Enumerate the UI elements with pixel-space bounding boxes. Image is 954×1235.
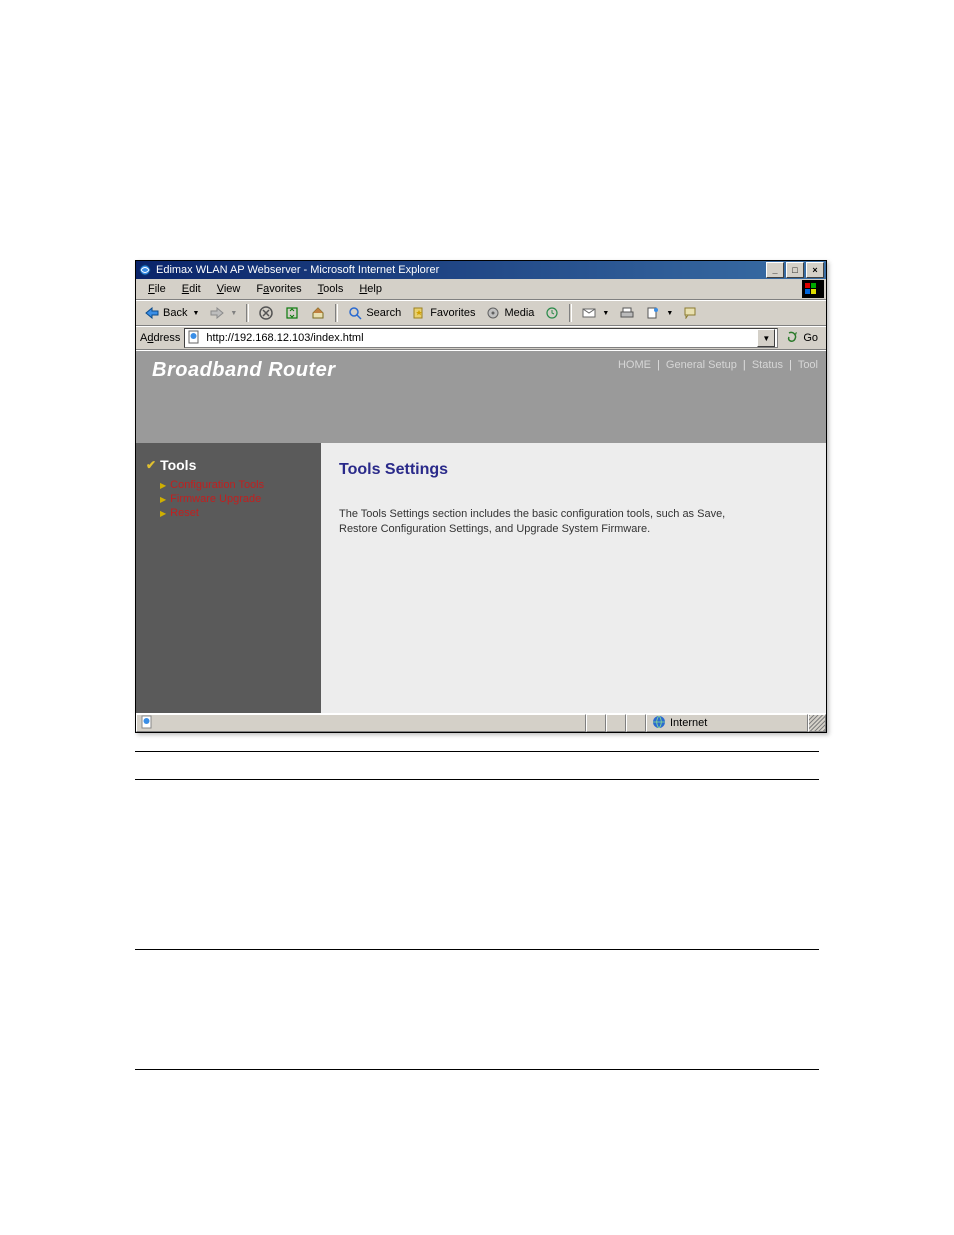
- back-button[interactable]: Back ▼: [140, 303, 203, 323]
- status-cell: [606, 714, 626, 732]
- nav-tool[interactable]: Tool: [798, 359, 818, 371]
- address-bar: Address ▼ Go: [136, 326, 826, 350]
- go-icon: [786, 330, 800, 347]
- menu-help[interactable]: Help: [351, 281, 390, 297]
- sidebar-title: ✔ Tools: [146, 457, 311, 473]
- triangle-icon: ▶: [160, 509, 166, 518]
- toolbar-separator: [246, 304, 249, 322]
- menu-bar: File Edit View Favorites Tools Help: [136, 279, 826, 300]
- menu-favorites[interactable]: Favorites: [248, 281, 309, 297]
- menu-tools[interactable]: Tools: [310, 281, 352, 297]
- status-zone: Internet: [646, 714, 808, 732]
- maximize-button[interactable]: □: [786, 262, 804, 278]
- stop-icon: [258, 305, 274, 321]
- forward-icon: [209, 305, 225, 321]
- internet-zone-icon: [652, 715, 666, 732]
- resize-grip[interactable]: [808, 714, 826, 732]
- stop-button[interactable]: [254, 303, 278, 323]
- page-body-text: The Tools Settings section includes the …: [339, 507, 759, 537]
- toolbar: Back ▼ ▼: [136, 300, 826, 326]
- media-label: Media: [504, 307, 534, 319]
- address-dropdown[interactable]: ▼: [757, 329, 775, 347]
- window-title: Edimax WLAN AP Webserver - Microsoft Int…: [156, 264, 764, 276]
- triangle-icon: ▶: [160, 495, 166, 504]
- sidebar-item-label: Reset: [170, 507, 199, 519]
- brand-title: Broadband Router: [152, 359, 336, 382]
- page-content: Broadband Router HOME | General Setup | …: [136, 350, 826, 713]
- sidebar-item-reset[interactable]: ▶ Reset: [160, 507, 311, 519]
- menu-edit[interactable]: Edit: [174, 281, 209, 297]
- home-icon: [310, 305, 326, 321]
- discuss-icon: [683, 305, 699, 321]
- title-bar: Edimax WLAN AP Webserver - Microsoft Int…: [136, 261, 826, 279]
- sidebar-item-firmware-upgrade[interactable]: ▶ Firmware Upgrade: [160, 493, 311, 505]
- search-icon: [347, 305, 363, 321]
- nav-status[interactable]: Status: [752, 359, 783, 371]
- media-button[interactable]: Media: [481, 303, 538, 323]
- status-bar: Internet: [136, 713, 826, 732]
- chevron-down-icon: ▼: [666, 310, 673, 317]
- nav-general-setup[interactable]: General Setup: [666, 359, 737, 371]
- address-box[interactable]: ▼: [184, 328, 778, 348]
- status-left: [136, 714, 586, 732]
- page-heading: Tools Settings: [339, 461, 808, 479]
- chevron-down-icon: ▼: [602, 310, 609, 317]
- search-label: Search: [366, 307, 401, 319]
- go-button[interactable]: Go: [782, 330, 822, 347]
- toolbar-separator: [335, 304, 338, 322]
- ie-icon: [138, 263, 152, 277]
- favorites-label: Favorites: [430, 307, 475, 319]
- favorites-button[interactable]: Favorites: [407, 303, 479, 323]
- sidebar-item-label: Firmware Upgrade: [170, 493, 261, 505]
- sidebar: ✔ Tools ▶ Configuration Tools ▶ Firmware…: [136, 443, 321, 713]
- edit-icon: [645, 305, 661, 321]
- chevron-down-icon: ▼: [192, 310, 199, 317]
- refresh-icon: [284, 305, 300, 321]
- status-zone-label: Internet: [670, 717, 707, 729]
- address-input[interactable]: [204, 331, 754, 345]
- toolbar-separator: [569, 304, 572, 322]
- sidebar-item-configuration-tools[interactable]: ▶ Configuration Tools: [160, 479, 311, 491]
- triangle-icon: ▶: [160, 481, 166, 490]
- mail-button[interactable]: ▼: [577, 303, 613, 323]
- address-label: Address: [140, 332, 180, 344]
- document-rule: [135, 1069, 819, 1071]
- main-pane: Tools Settings The Tools Settings sectio…: [321, 443, 826, 713]
- menu-view[interactable]: View: [209, 281, 249, 297]
- top-nav: HOME | General Setup | Status | Tool: [618, 359, 818, 371]
- history-button[interactable]: [540, 303, 564, 323]
- edit-button[interactable]: ▼: [641, 303, 677, 323]
- nav-home[interactable]: HOME: [618, 359, 651, 371]
- status-cell: [586, 714, 606, 732]
- home-button[interactable]: [306, 303, 330, 323]
- minimize-button[interactable]: _: [766, 262, 784, 278]
- status-cell: [626, 714, 646, 732]
- search-button[interactable]: Search: [343, 303, 405, 323]
- history-icon: [544, 305, 560, 321]
- page-icon: [187, 330, 201, 347]
- mail-icon: [581, 305, 597, 321]
- router-header: Broadband Router HOME | General Setup | …: [136, 351, 826, 443]
- close-button[interactable]: ×: [806, 262, 824, 278]
- back-label: Back: [163, 307, 187, 319]
- print-button[interactable]: [615, 303, 639, 323]
- back-icon: [144, 305, 160, 321]
- print-icon: [619, 305, 635, 321]
- refresh-button[interactable]: [280, 303, 304, 323]
- menu-file[interactable]: File: [140, 281, 174, 297]
- sidebar-item-label: Configuration Tools: [170, 479, 264, 491]
- check-icon: ✔: [146, 458, 156, 472]
- discuss-button[interactable]: [679, 303, 703, 323]
- browser-window: Edimax WLAN AP Webserver - Microsoft Int…: [135, 260, 827, 733]
- chevron-down-icon: ▼: [230, 310, 237, 317]
- page-done-icon: [140, 715, 154, 732]
- forward-button[interactable]: ▼: [205, 303, 241, 323]
- media-icon: [485, 305, 501, 321]
- go-label: Go: [803, 332, 818, 344]
- favorites-icon: [411, 305, 427, 321]
- throbber-icon: [802, 280, 824, 298]
